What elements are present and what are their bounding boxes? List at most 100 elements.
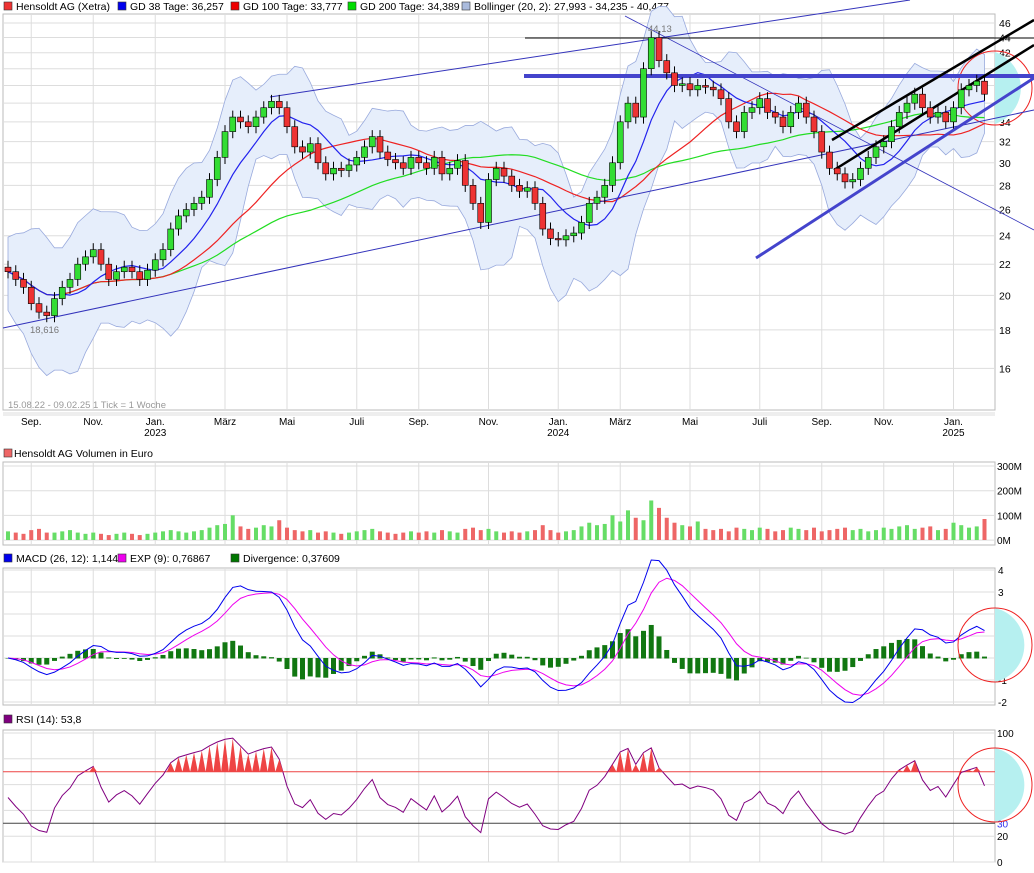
volume-bar xyxy=(145,533,150,540)
volume-bar xyxy=(533,530,537,540)
candle-body xyxy=(35,303,43,313)
candle-body xyxy=(640,68,647,118)
candle-body xyxy=(454,160,461,169)
candle-body xyxy=(89,249,97,258)
divergence-bar xyxy=(749,658,755,668)
volume-bar xyxy=(168,530,173,540)
candle-body xyxy=(554,238,562,241)
volume-bar xyxy=(587,522,592,540)
volume-bar xyxy=(936,530,940,540)
candle-body xyxy=(306,143,314,153)
volume-bar xyxy=(595,525,599,540)
divergence-bar xyxy=(641,630,646,659)
candle-body xyxy=(175,215,182,230)
divergence-bar xyxy=(331,658,336,674)
x-tick-label: März xyxy=(609,417,631,428)
divergence-bar xyxy=(827,658,832,672)
divergence-bar xyxy=(501,652,507,659)
divergence-bar xyxy=(52,658,57,661)
divergence-bar xyxy=(431,657,437,659)
divergence-bar xyxy=(400,658,406,662)
candle-body xyxy=(764,98,771,113)
candle-body xyxy=(492,167,500,180)
rsi-tick: 100 xyxy=(997,729,1014,740)
volume-bar xyxy=(494,531,499,540)
divergence-bar xyxy=(323,658,329,678)
candle-body xyxy=(888,126,895,142)
volume-bar xyxy=(618,521,623,540)
volume-bar xyxy=(161,531,165,540)
volume-bar xyxy=(486,528,491,540)
candle-body xyxy=(740,112,748,132)
candle-body xyxy=(585,203,593,223)
volume-bar xyxy=(52,532,57,540)
volume-bar xyxy=(463,528,468,540)
divergence-bar xyxy=(509,654,515,659)
volume-bar xyxy=(525,531,530,540)
x-tick-label: Sep. xyxy=(408,417,429,428)
divergence-bar xyxy=(455,656,460,659)
legend-swatch xyxy=(3,1,13,11)
candle-body xyxy=(911,93,919,104)
volume-bar xyxy=(711,530,716,540)
volume-bar xyxy=(192,531,196,540)
x-tick-year: 2025 xyxy=(942,428,965,439)
y-tick-label: 16 xyxy=(999,363,1011,375)
volume-bar xyxy=(393,533,398,540)
divergence-bar xyxy=(927,653,933,659)
divergence-bar xyxy=(222,642,228,659)
volume-bar xyxy=(974,526,979,540)
volume-bar xyxy=(370,528,375,540)
volume-bar xyxy=(579,526,584,540)
candle-body xyxy=(895,112,903,127)
legend-swatch xyxy=(3,714,13,724)
rsi-panel xyxy=(2,729,996,863)
volume-tick: 0M xyxy=(997,536,1011,547)
divergence-bar xyxy=(253,655,259,659)
candle-body xyxy=(857,167,864,180)
candle-body xyxy=(802,102,810,118)
candle-body xyxy=(113,271,120,280)
legend-swatch xyxy=(3,553,13,563)
divergence-bar xyxy=(98,652,104,659)
divergence-bar xyxy=(284,658,290,669)
volume-bar xyxy=(60,531,65,540)
divergence-bar xyxy=(269,657,274,659)
volume-bar xyxy=(812,527,816,540)
candle-body xyxy=(82,256,89,265)
volume-bar xyxy=(223,523,227,540)
volume-bar xyxy=(114,533,119,540)
volume-bar xyxy=(207,527,212,540)
volume-bar xyxy=(509,531,514,540)
divergence-bar xyxy=(168,651,174,659)
volume-bar xyxy=(982,519,987,540)
volume-bar xyxy=(362,530,367,540)
candle-body xyxy=(671,72,678,86)
volume-bar xyxy=(308,530,313,540)
volume-bar xyxy=(897,526,902,540)
volume-tick: 100M xyxy=(997,511,1022,522)
volume-bar xyxy=(796,528,801,540)
divergence-bar xyxy=(594,647,600,659)
candle-body xyxy=(74,263,82,280)
volume-bar xyxy=(385,532,390,540)
volume-bar xyxy=(409,531,413,540)
divergence-bar xyxy=(160,654,166,659)
rsi-tick: 0 xyxy=(997,858,1003,869)
legend-label: Bollinger (20, 2): 27,993 - 34,235 - 40,… xyxy=(474,1,669,13)
candle-body xyxy=(477,203,485,223)
candle-body xyxy=(655,37,663,61)
legend-label: RSI (14): 53,8 xyxy=(16,714,82,726)
volume-bar xyxy=(238,526,243,540)
x-tick-label: Sep. xyxy=(21,417,42,428)
divergence-bar xyxy=(245,652,251,659)
candle-body xyxy=(694,85,702,91)
volume-bar xyxy=(130,533,134,540)
volume-bar xyxy=(641,520,646,540)
legend-swatch xyxy=(461,1,471,11)
range-text: 15.08.22 - 09.02.25 1 Tick = 1 Woche xyxy=(8,400,166,411)
candle-body xyxy=(237,116,244,123)
volume-bar xyxy=(323,531,328,540)
divergence-bar xyxy=(858,658,863,661)
candle-body xyxy=(252,116,260,127)
